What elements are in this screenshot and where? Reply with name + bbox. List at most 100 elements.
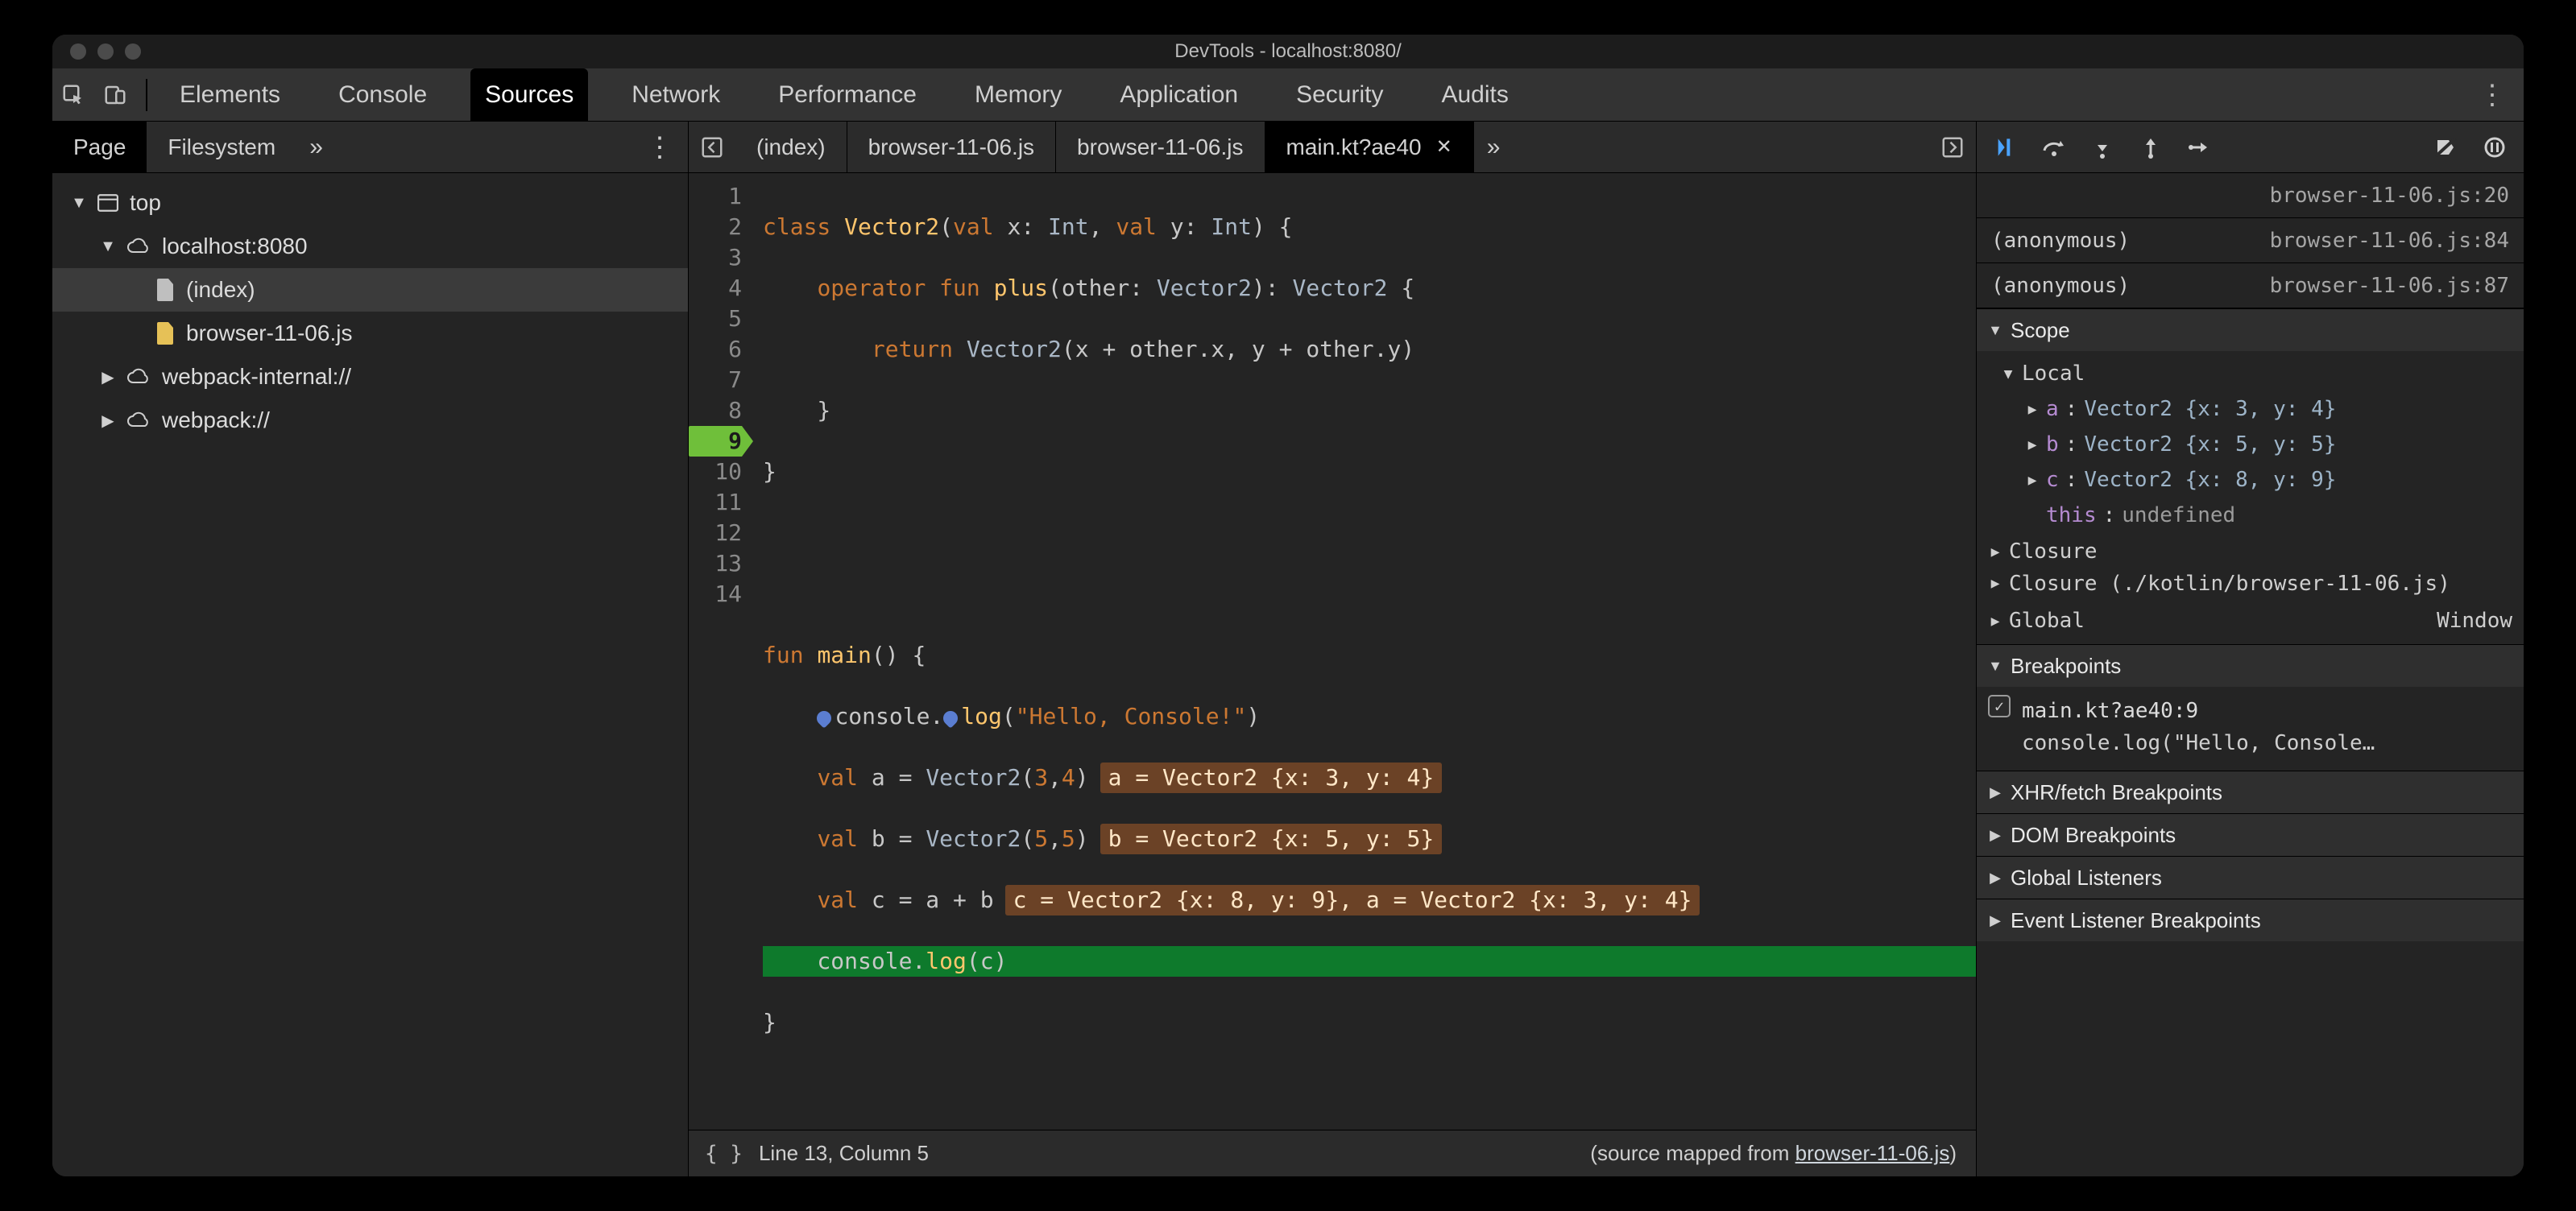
tree-index[interactable]: (index) [52, 268, 688, 312]
file-tab-2[interactable]: browser-11-06.js [1056, 122, 1265, 172]
source-map-prefix: (source mapped from [1590, 1141, 1795, 1165]
close-window-icon[interactable] [70, 43, 86, 60]
xhr-header[interactable]: ▶XHR/fetch Breakpoints [1977, 771, 2524, 813]
breakpoint-item[interactable]: ✓ main.kt?ae40:9 console.log("Hello, Con… [1977, 687, 2524, 771]
step-into-icon[interactable] [2088, 133, 2117, 162]
tree-wp-label: webpack:// [162, 407, 270, 433]
close-tab-icon[interactable]: ✕ [1436, 135, 1452, 159]
pause-on-exceptions-icon[interactable] [2480, 133, 2509, 162]
tab-memory[interactable]: Memory [960, 68, 1076, 121]
minimize-window-icon[interactable] [97, 43, 114, 60]
tab-performance[interactable]: Performance [764, 68, 931, 121]
chevron-down-icon: ▼ [72, 194, 86, 213]
js-file-icon [157, 322, 175, 345]
tab-network[interactable]: Network [617, 68, 735, 121]
chevron-right-icon: ▶ [1988, 870, 2002, 887]
cloud-icon [126, 238, 151, 255]
divider [146, 79, 147, 111]
scope-var[interactable]: ▶a: Vector2 {x: 3, y: 4} [1977, 391, 2524, 427]
step-out-icon[interactable] [2136, 133, 2165, 162]
chevron-right-icon: ▶ [2025, 472, 2040, 489]
cloud-icon [126, 411, 151, 429]
tab-console[interactable]: Console [324, 68, 441, 121]
tab-security[interactable]: Security [1282, 68, 1398, 121]
tab-elements[interactable]: Elements [165, 68, 295, 121]
editor-statusbar: { } Line 13, Column 5 (source mapped fro… [689, 1130, 1976, 1176]
inspect-element-icon[interactable] [59, 81, 88, 110]
chevron-right-icon: ▶ [1988, 613, 2002, 630]
scope-closure[interactable]: ▶ Closure [1977, 533, 2524, 570]
global-label: Global [2009, 609, 2085, 633]
file-tab-0[interactable]: (index) [735, 122, 847, 172]
step-over-icon[interactable] [2040, 133, 2069, 162]
chevron-right-icon: ▶ [1988, 544, 2002, 560]
tree-wp-internal[interactable]: ▶ webpack-internal:// [52, 355, 688, 399]
tab-sources[interactable]: Sources [470, 68, 588, 121]
zoom-window-icon[interactable] [125, 43, 141, 60]
stack-row[interactable]: (anonymous)browser-11-06.js:87 [1977, 263, 2524, 308]
stack-row[interactable]: (anonymous)browser-11-06.js:84 [1977, 218, 2524, 263]
scope-closure-path[interactable]: ▶Closure (./kotlin/browser-11-06.js) [1977, 570, 2524, 602]
device-toggle-icon[interactable] [101, 81, 130, 110]
scope-local[interactable]: ▼Local [1977, 356, 2524, 391]
scope-this[interactable]: this: undefined [1977, 498, 2524, 533]
tab-audits[interactable]: Audits [1427, 68, 1522, 121]
tree-wp[interactable]: ▶ webpack:// [52, 399, 688, 442]
tab-application[interactable]: Application [1105, 68, 1253, 121]
section-title: DOM Breakpoints [2011, 823, 2176, 848]
panel-tabs: Elements Console Sources Network Perform… [157, 68, 1523, 121]
scope-section: ▼Scope ▼Local ▶a: Vector2 {x: 3, y: 4} ▶… [1977, 308, 2524, 644]
code-area[interactable]: class Vector2(val x: Int, val y: Int) { … [752, 173, 1976, 1130]
ev-header[interactable]: ▶Event Listener Breakpoints [1977, 899, 2524, 941]
window-traffic-lights[interactable] [70, 43, 141, 60]
show-navigator-icon[interactable] [1929, 122, 1976, 172]
gutter[interactable]: 12345678 9 1011121314 [689, 173, 752, 1130]
file-tab-3[interactable]: main.kt?ae40 ✕ [1265, 122, 1474, 172]
gl-header[interactable]: ▶Global Listeners [1977, 857, 2524, 899]
history-back-icon[interactable] [689, 122, 735, 172]
dom-header[interactable]: ▶ DOM Breakpoints [1977, 814, 2524, 856]
chevron-right-icon: ▶ [101, 367, 115, 387]
stack-current[interactable]: browser-11-06.js:20 [1977, 173, 2524, 218]
file-tabs: (index) browser-11-06.js browser-11-06.j… [689, 122, 1976, 173]
file-tabs-overflow-icon[interactable]: » [1474, 122, 1514, 172]
tree-top[interactable]: ▼ top [52, 181, 688, 225]
nav-tab-page[interactable]: Page [52, 122, 147, 172]
tree-file[interactable]: browser-11-06.js [52, 312, 688, 355]
file-tab-label: browser-11-06.js [1077, 134, 1243, 160]
nav-tabs-overflow-icon[interactable]: » [296, 122, 336, 172]
debugger-panel: browser-11-06.js:20 (anonymous)browser-1… [1976, 122, 2524, 1176]
global-value: Window [2437, 609, 2512, 633]
call-stack: browser-11-06.js:20 (anonymous)browser-1… [1977, 173, 2524, 308]
var-value: Vector2 {x: 8, y: 9} [2084, 468, 2336, 492]
scope-var[interactable]: ▶c: Vector2 {x: 8, y: 9} [1977, 462, 2524, 498]
code-editor[interactable]: 12345678 9 1011121314 class Vector2(val … [689, 173, 1976, 1130]
cursor-position: Line 13, Column 5 [759, 1141, 929, 1166]
scope-header[interactable]: ▼Scope [1977, 309, 2524, 351]
breakpoints-header[interactable]: ▼Breakpoints [1977, 645, 2524, 687]
xhr-breakpoints-section: ▶XHR/fetch Breakpoints [1977, 771, 2524, 813]
deactivate-breakpoints-icon[interactable] [2432, 133, 2461, 162]
pretty-print-icon[interactable]: { } [689, 1142, 759, 1166]
dom-breakpoints-section: ▶ DOM Breakpoints [1977, 813, 2524, 856]
file-tab-label: browser-11-06.js [868, 134, 1034, 160]
editor-panel: (index) browser-11-06.js browser-11-06.j… [689, 122, 1976, 1176]
resume-icon[interactable] [1991, 133, 2020, 162]
breakpoint-code: console.log("Hello, Console… [2022, 727, 2512, 759]
scope-var[interactable]: ▶b: Vector2 {x: 5, y: 5} [1977, 427, 2524, 462]
settings-kebab-icon[interactable]: ⋮ [2479, 79, 2508, 111]
nav-tab-filesystem[interactable]: Filesystem [147, 122, 296, 172]
var-value: undefined [2122, 503, 2235, 527]
nav-more-icon[interactable]: ⋮ [632, 122, 688, 172]
step-icon[interactable] [2185, 133, 2214, 162]
scope-global[interactable]: ▶ Global Window [1977, 602, 2524, 639]
breakpoint-checkbox[interactable]: ✓ [1988, 695, 2011, 717]
source-map-link[interactable]: browser-11-06.js [1795, 1141, 1950, 1165]
section-title: XHR/fetch Breakpoints [2011, 780, 2222, 805]
breakpoint-marker[interactable]: 9 [689, 426, 742, 457]
chevron-right-icon: ▶ [1988, 827, 2002, 844]
closure-label: Closure [2009, 539, 2098, 564]
tree-host[interactable]: ▼ localhost:8080 [52, 225, 688, 268]
file-tab-1[interactable]: browser-11-06.js [847, 122, 1056, 172]
titlebar: DevTools - localhost:8080/ [52, 35, 2524, 68]
